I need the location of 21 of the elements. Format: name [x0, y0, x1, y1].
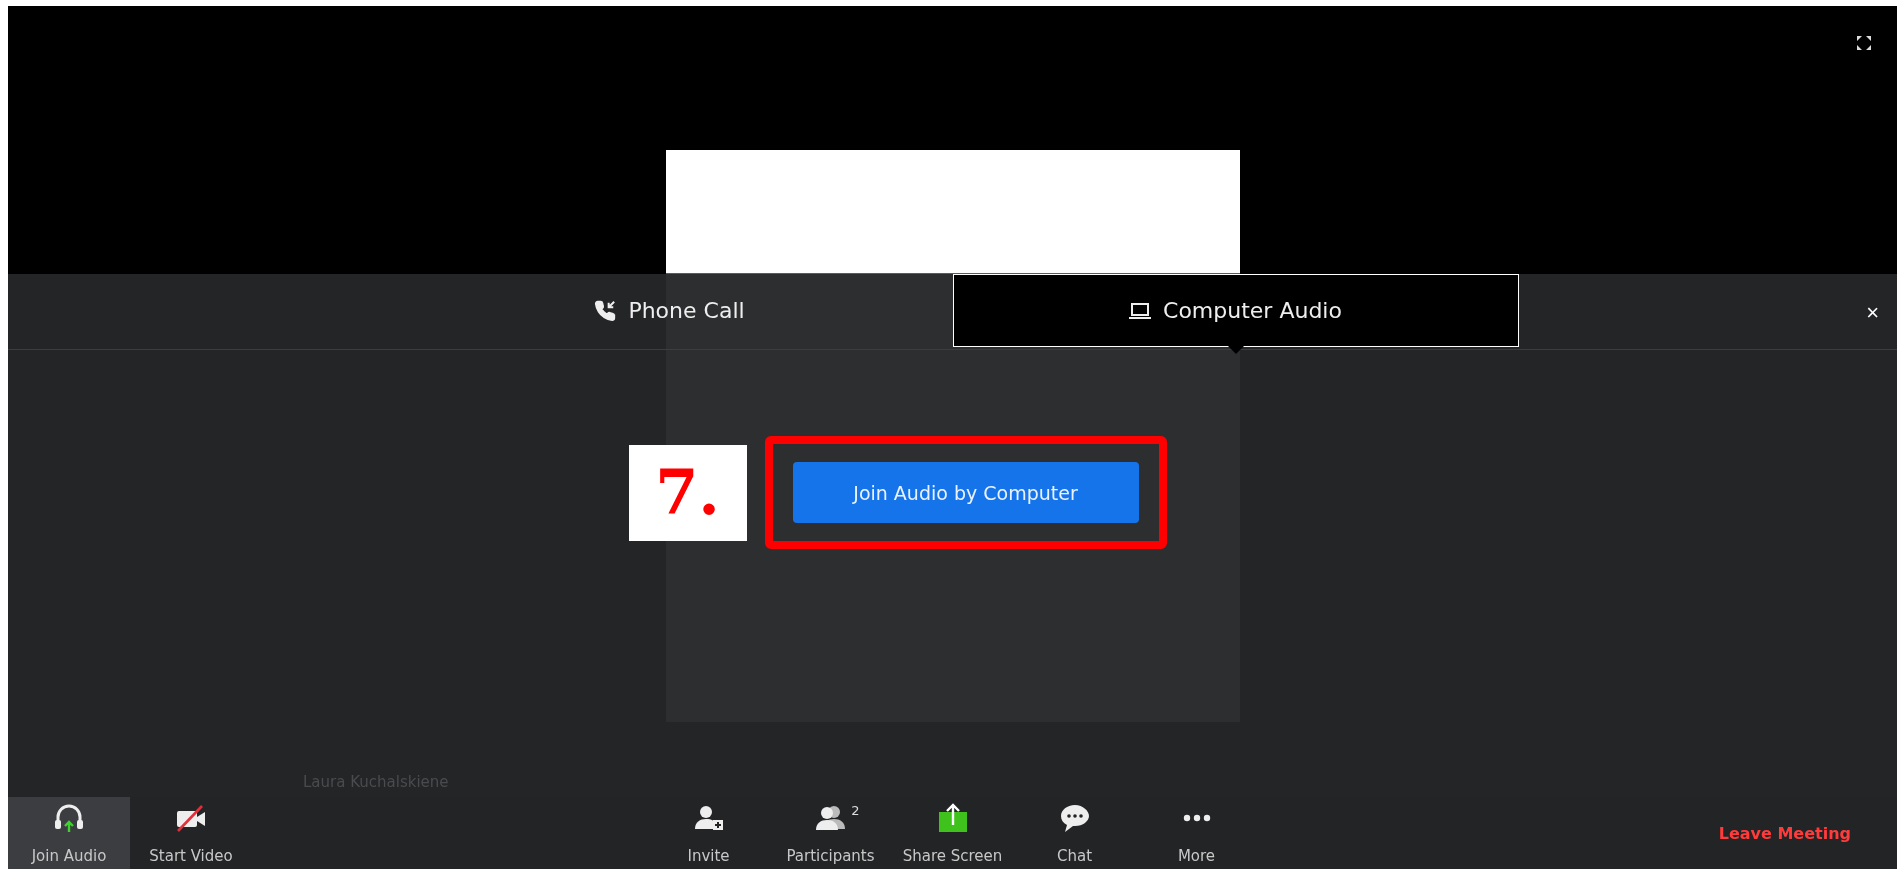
- toolbar-button[interactable]: Chat: [1013, 797, 1136, 869]
- toolbar-button[interactable]: Invite: [647, 797, 770, 869]
- fullscreen-icon[interactable]: [1857, 36, 1871, 50]
- toolbar-button[interactable]: Start Video: [130, 797, 252, 869]
- step-number: 7.: [628, 444, 747, 541]
- users-icon: [813, 803, 848, 833]
- phone-incoming-icon: [594, 299, 617, 322]
- leave-meeting-button[interactable]: Leave Meeting: [1712, 822, 1857, 844]
- join-audio-button[interactable]: Join Audio by Computer: [792, 462, 1139, 523]
- headphones-icon: [52, 803, 86, 833]
- close-button[interactable]: ×: [1862, 300, 1883, 326]
- more-icon: [1182, 814, 1211, 822]
- laptop-icon: [1129, 301, 1152, 320]
- toolbar-button[interactable]: Share Screen: [891, 797, 1014, 869]
- video-off-icon: [174, 803, 208, 833]
- pointer-icon: [1227, 346, 1244, 354]
- toolbar-button[interactable]: More: [1135, 797, 1258, 869]
- toolbar-button[interactable]: 2 Participants: [769, 797, 892, 869]
- audio-tab[interactable]: Phone Call: [386, 274, 953, 347]
- participant-count: 2: [851, 803, 860, 818]
- toolbar-button[interactable]: Join Audio: [8, 797, 130, 869]
